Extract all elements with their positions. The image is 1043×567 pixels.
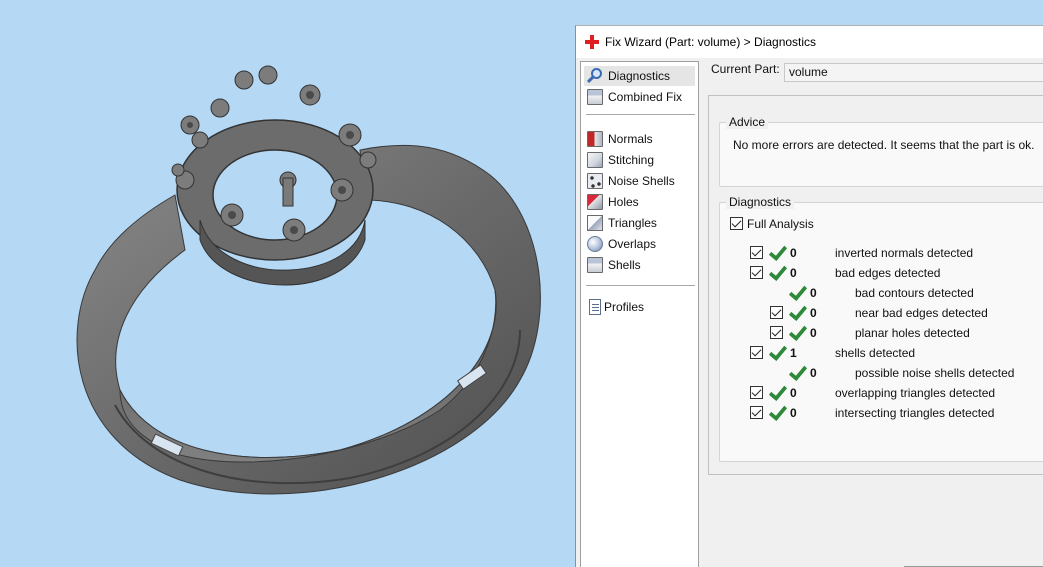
nav-item-label: Overlaps (608, 237, 657, 251)
magnifier-icon (586, 68, 603, 84)
nav-item-label: Normals (608, 132, 653, 146)
nav-item-label: Holes (608, 195, 639, 209)
nav-item-triangles[interactable]: Triangles (584, 213, 695, 233)
checkbox[interactable] (750, 406, 763, 419)
profiles-icon (589, 299, 601, 315)
nav-item-label: Noise Shells (608, 174, 675, 188)
diagnostics-panel: Advice No more errors are detected. It s… (708, 95, 1043, 475)
diag-row-shells: 1 shells detected (720, 345, 1040, 361)
row-label: possible noise shells detected (855, 366, 1015, 380)
row-label: near bad edges detected (855, 306, 988, 320)
full-analysis-label: Full Analysis (747, 217, 814, 231)
nav-divider (586, 285, 695, 286)
row-label: inverted normals detected (835, 246, 974, 260)
count: 0 (810, 366, 817, 380)
ok-check-icon (788, 284, 806, 302)
ok-check-icon (788, 304, 806, 322)
checkbox[interactable] (750, 386, 763, 399)
count: 0 (790, 386, 797, 400)
nav-item-label: Stitching (608, 153, 655, 167)
holes-icon (587, 194, 603, 210)
ok-check-icon (768, 404, 786, 422)
advice-title: Advice (726, 115, 769, 129)
ok-check-icon (788, 324, 806, 342)
current-part-label: Current Part: (711, 62, 780, 76)
nav-item-profiles[interactable]: Profiles (584, 297, 695, 317)
overlaps-icon (587, 236, 603, 252)
diag-row-inverted-normals: 0 inverted normals detected (720, 245, 1040, 261)
nav-item-combined-fix[interactable]: Combined Fix (584, 87, 695, 107)
ok-check-icon (768, 244, 786, 262)
shells-icon (587, 257, 603, 273)
nav-item-label: Profiles (604, 300, 645, 314)
checkbox[interactable] (750, 346, 763, 359)
checkbox[interactable] (770, 306, 783, 319)
nav-divider (586, 114, 695, 115)
noise-shells-icon (587, 173, 603, 189)
nav-item-overlaps[interactable]: Overlaps (584, 234, 695, 254)
count: 0 (790, 246, 797, 260)
checkbox[interactable] (730, 217, 743, 230)
diag-row-planar-holes: 0 planar holes detected (720, 325, 1040, 341)
triangles-icon (587, 215, 603, 231)
ok-check-icon (768, 384, 786, 402)
row-label: bad contours detected (855, 286, 974, 300)
advice-group: Advice No more errors are detected. It s… (719, 115, 1043, 187)
count: 0 (810, 286, 817, 300)
row-label: shells detected (835, 346, 916, 360)
fix-wizard-nav: Diagnostics Combined Fix Normals Stitchi… (580, 61, 699, 567)
nav-item-label: Combined Fix (608, 90, 683, 104)
diagnostics-group: Diagnostics Full Analysis 0 inverted nor… (719, 195, 1043, 462)
ok-check-icon (768, 344, 786, 362)
row-label: bad edges detected (835, 266, 941, 280)
nav-item-shells[interactable]: Shells (584, 255, 695, 275)
window-title: Fix Wizard (Part: volume) > Diagnostics (605, 35, 817, 49)
count: 1 (790, 346, 797, 360)
stitching-icon (587, 152, 603, 168)
nav-item-label: Diagnostics (608, 69, 671, 83)
row-label: overlapping triangles detected (835, 386, 996, 400)
nav-item-normals[interactable]: Normals (584, 129, 695, 149)
ok-check-icon (788, 364, 806, 382)
combined-fix-icon (587, 89, 603, 105)
checkbox[interactable] (750, 246, 763, 259)
current-part-field[interactable]: volume (784, 63, 1043, 82)
advice-text: No more errors are detected. It seems th… (733, 138, 1035, 152)
diag-row-near-bad-edges: 0 near bad edges detected (720, 305, 1040, 321)
nav-item-label: Triangles (608, 216, 657, 230)
fix-wizard-dialog: Fix Wizard (Part: volume) > Diagnostics … (575, 25, 1043, 567)
diag-row-intersecting-triangles: 0 intersecting triangles detected (720, 405, 1040, 421)
count: 0 (790, 266, 797, 280)
diag-row-overlapping-triangles: 0 overlapping triangles detected (720, 385, 1040, 401)
ok-check-icon (768, 264, 786, 282)
3d-viewport[interactable] (0, 0, 575, 567)
row-label: planar holes detected (855, 326, 970, 340)
diag-row-bad-contours: 0 bad contours detected (720, 285, 1040, 301)
count: 0 (810, 326, 817, 340)
nav-item-holes[interactable]: Holes (584, 192, 695, 212)
nav-item-diagnostics[interactable]: Diagnostics (584, 66, 695, 86)
app-red-cross-icon (585, 35, 599, 49)
nav-item-noise-shells[interactable]: Noise Shells (584, 171, 695, 191)
row-label: intersecting triangles detected (835, 406, 995, 420)
diag-row-noise-shells: 0 possible noise shells detected (720, 365, 1040, 381)
diag-row-bad-edges: 0 bad edges detected (720, 265, 1040, 281)
normals-icon (587, 131, 603, 147)
nav-item-label: Shells (608, 258, 641, 272)
checkbox[interactable] (750, 266, 763, 279)
count: 0 (790, 406, 797, 420)
count: 0 (810, 306, 817, 320)
title-bar[interactable]: Fix Wizard (Part: volume) > Diagnostics (576, 26, 1043, 58)
full-analysis-checkbox[interactable]: Full Analysis (730, 216, 930, 232)
nav-item-stitching[interactable]: Stitching (584, 150, 695, 170)
diagnostics-title: Diagnostics (726, 195, 795, 209)
checkbox[interactable] (770, 326, 783, 339)
ring-model[interactable] (0, 0, 575, 567)
